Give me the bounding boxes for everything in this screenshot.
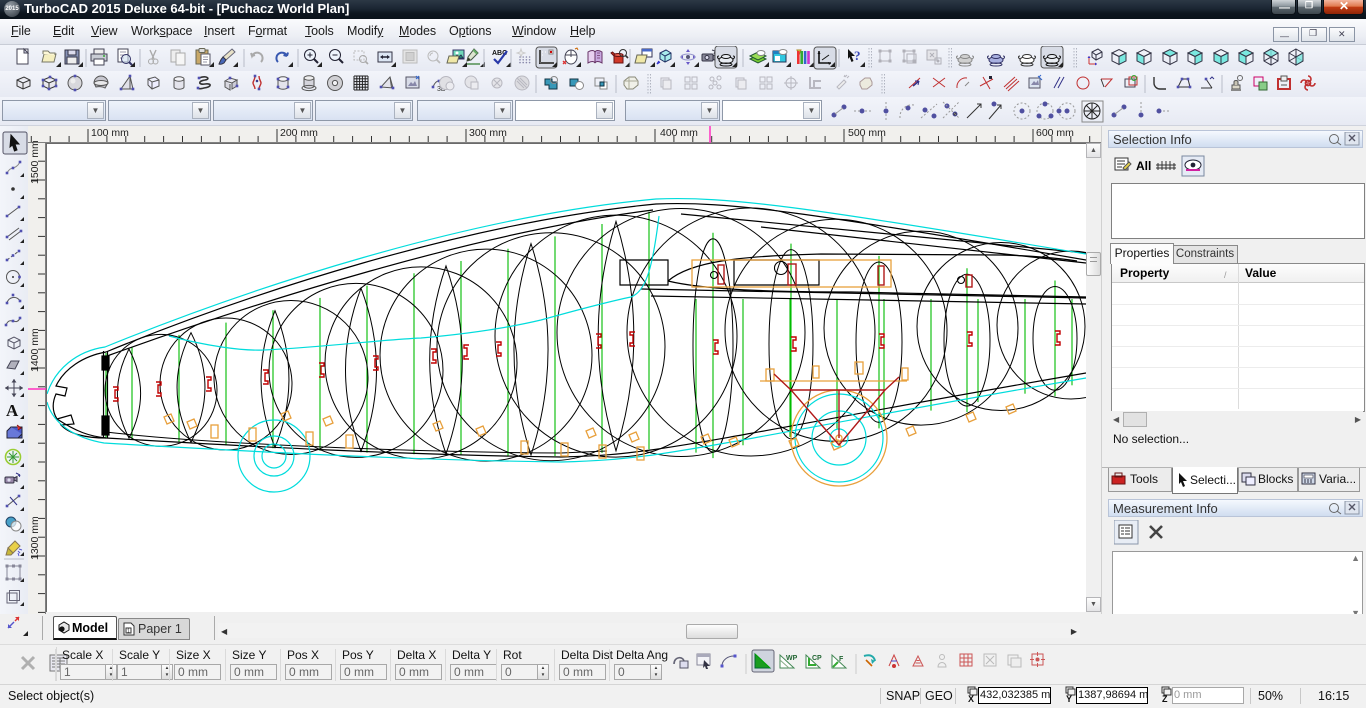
- svg-text:All: All: [1136, 159, 1151, 173]
- svg-text:CP: CP: [812, 655, 822, 662]
- svg-text:?: ?: [854, 48, 861, 63]
- svg-text:1: 1: [127, 629, 130, 635]
- svg-text:Y: Y: [1066, 694, 1072, 703]
- svg-text:X: X: [968, 694, 974, 703]
- svg-text:WP: WP: [786, 655, 798, 662]
- svg-text:Z: Z: [1162, 694, 1168, 703]
- svg-text:A: A: [6, 401, 19, 420]
- svg-text:F: F: [839, 656, 844, 663]
